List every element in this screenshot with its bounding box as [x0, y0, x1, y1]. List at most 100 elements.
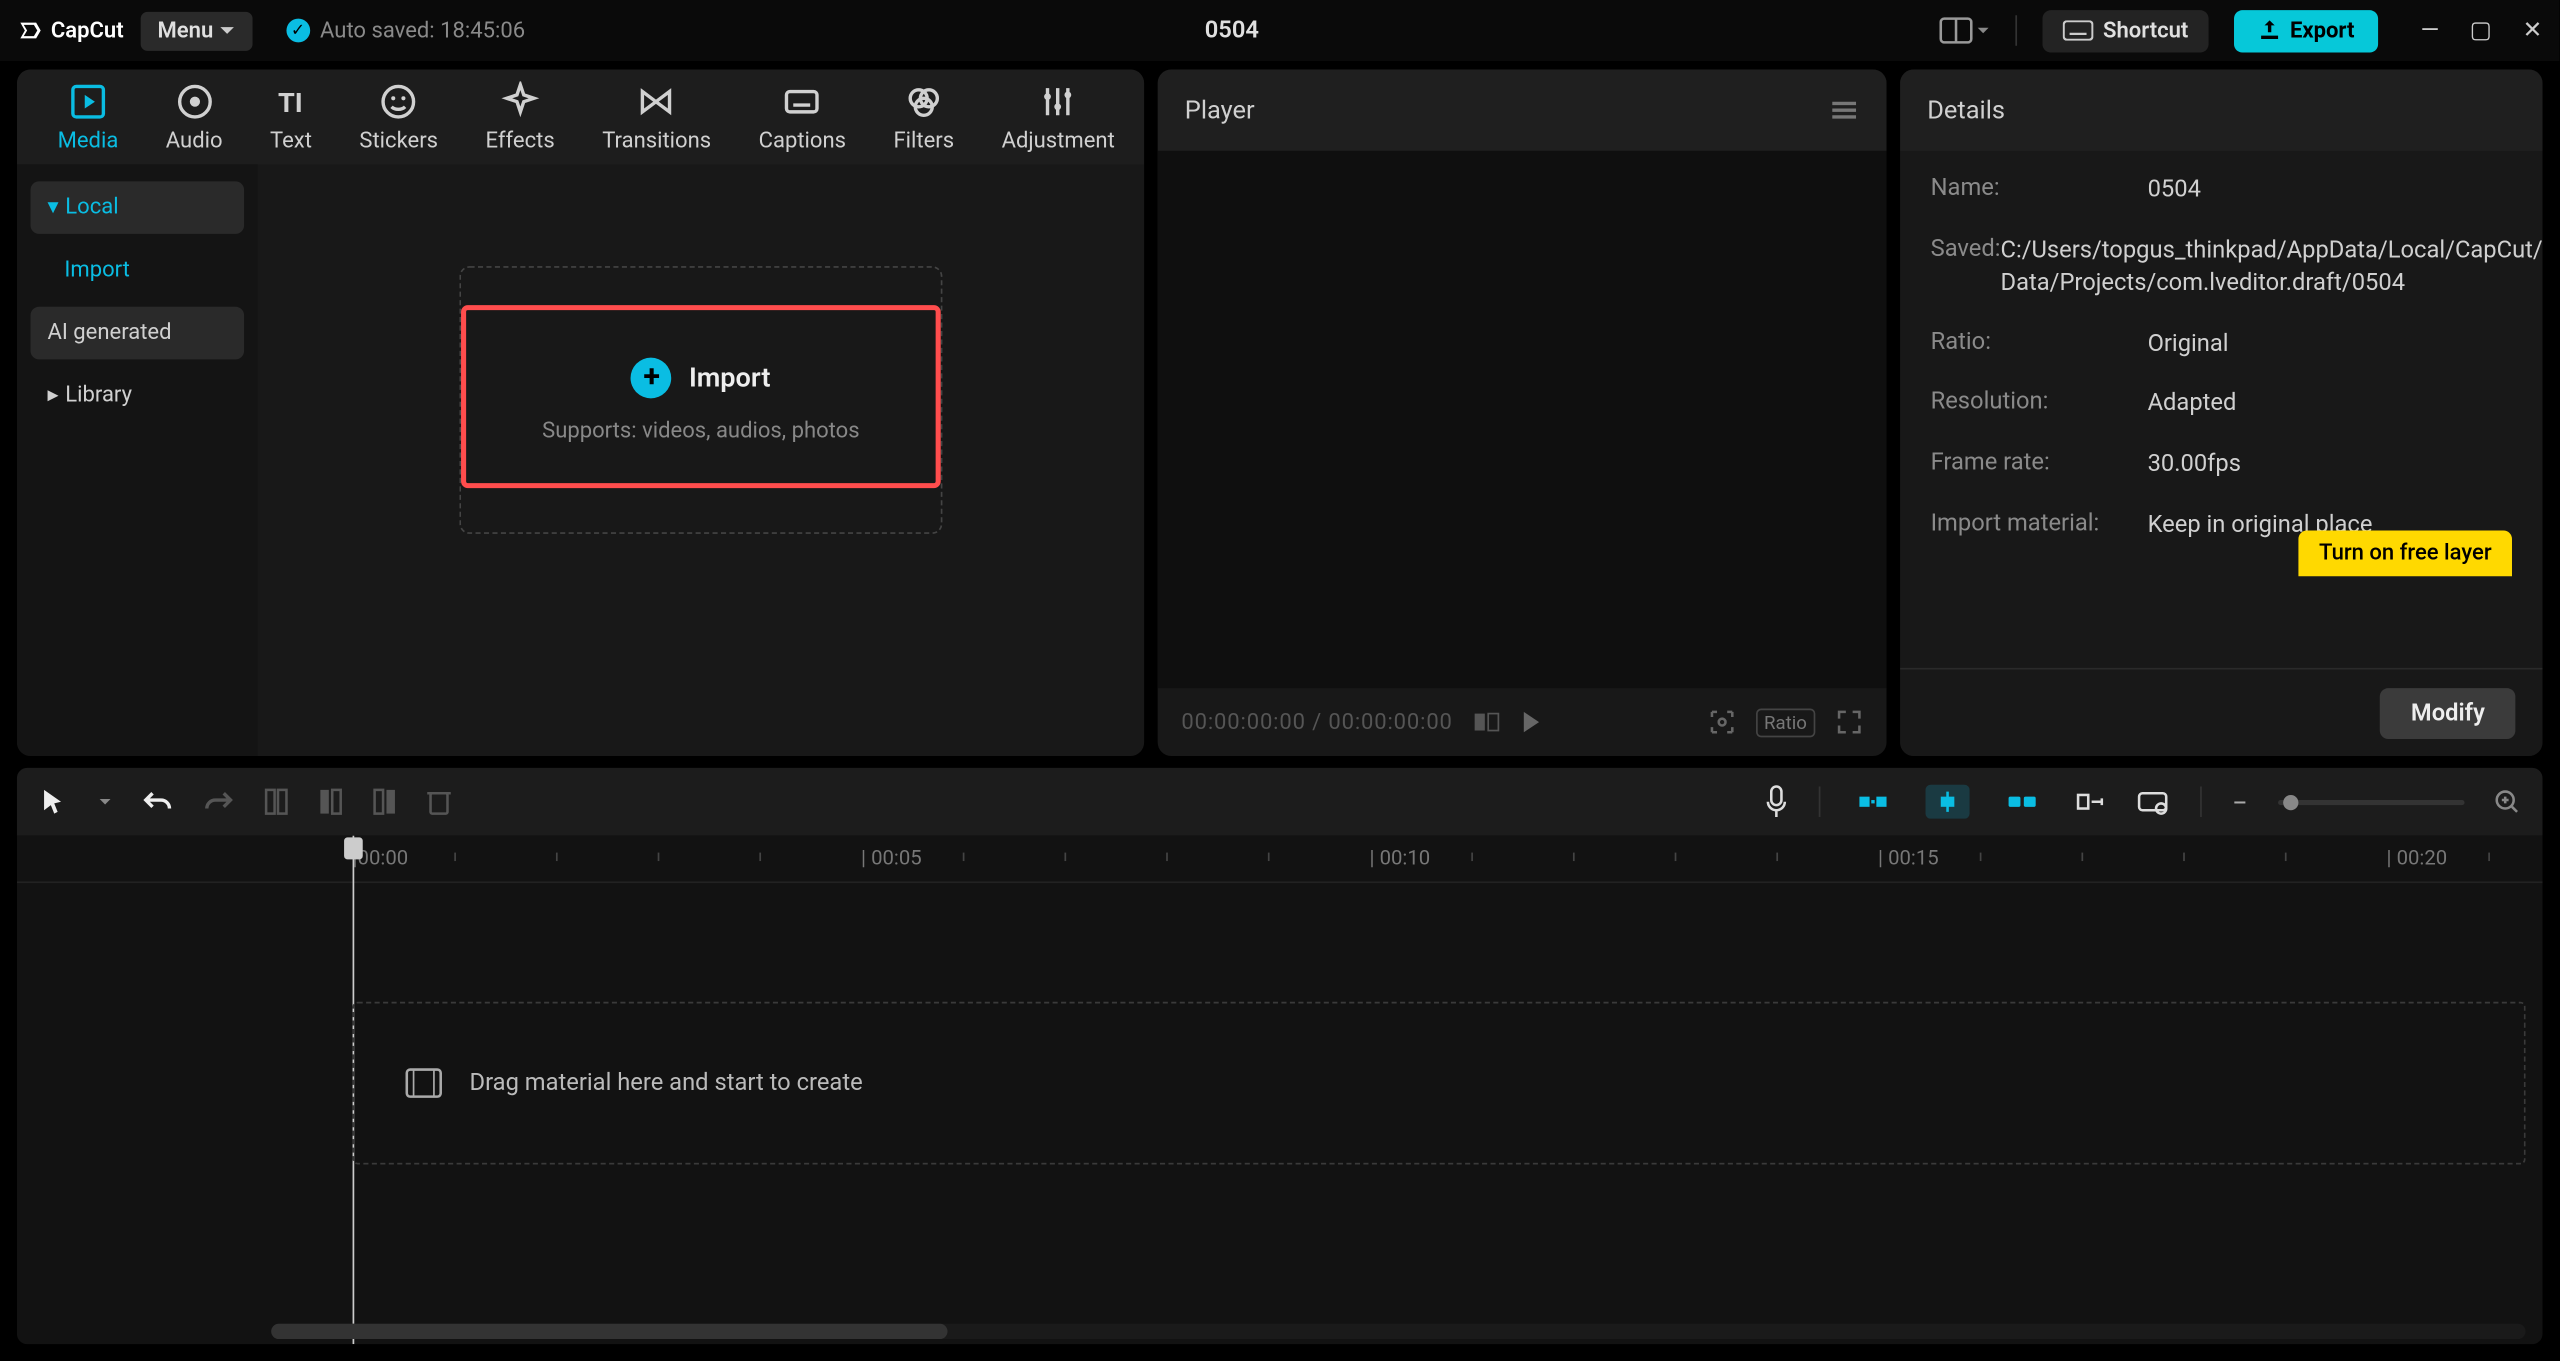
detail-value: 30.00fps	[2148, 449, 2512, 482]
layout-icon	[1939, 17, 1973, 44]
cursor-dropdown[interactable]	[98, 795, 112, 809]
tab-media[interactable]: Media	[34, 70, 142, 163]
media-tabs: Media Audio TI Text Stickers Effects Tra…	[17, 69, 1144, 164]
tab-transitions[interactable]: Transitions	[578, 70, 734, 163]
scrollbar-thumb[interactable]	[271, 1324, 947, 1339]
tab-label: Media	[58, 128, 119, 153]
detail-row-resolution: Resolution:Adapted	[1931, 389, 2512, 422]
zoom-out[interactable]: −	[2232, 786, 2248, 818]
details-title: Details	[1927, 95, 2005, 126]
tab-audio[interactable]: Audio	[142, 70, 246, 163]
detail-row-saved: Saved:C:/Users/topgus_thinkpad/AppData/L…	[1931, 235, 2512, 301]
preview-quality-icon[interactable]	[1473, 712, 1500, 732]
ruler-minitick	[2081, 853, 2083, 861]
transitions-icon	[636, 81, 677, 122]
chevron-down-icon	[1976, 24, 1990, 38]
detail-row-name: Name:0504	[1931, 175, 2512, 208]
tab-adjustment[interactable]: Adjustment	[978, 70, 1139, 163]
titlebar: CapCut Menu ✓ Auto saved: 18:45:06 0504 …	[0, 0, 2559, 61]
detail-value: 0504	[2148, 175, 2512, 208]
detail-label: Frame rate:	[1931, 449, 2148, 482]
free-layer-button[interactable]: Turn on free layer	[2299, 531, 2512, 577]
split-tool[interactable]	[264, 786, 288, 817]
tab-stickers[interactable]: Stickers	[336, 70, 462, 163]
svg-text:TI: TI	[277, 86, 302, 118]
details-footer: Modify	[1900, 668, 2542, 756]
redo-button[interactable]	[203, 788, 234, 815]
zoom-in[interactable]	[2495, 790, 2519, 814]
tab-label: Filters	[893, 128, 954, 153]
scan-icon[interactable]	[1708, 709, 1735, 736]
details-panel: Details Name:0504 Saved:C:/Users/topgus_…	[1900, 69, 2542, 755]
tab-label: Audio	[166, 128, 223, 153]
close-button[interactable]: ✕	[2523, 17, 2543, 44]
split-left-tool[interactable]	[319, 786, 343, 817]
timeline-scrollbar[interactable]	[271, 1324, 2525, 1339]
media-icon	[68, 81, 109, 122]
window-controls: — ▢ ✕	[2421, 17, 2543, 44]
timeline: |00:00 | 00:05 | 00:10 | 00:15 | 00:20 D…	[17, 836, 2543, 1345]
ruler-minitick	[759, 853, 761, 861]
tab-effects[interactable]: Effects	[462, 70, 579, 163]
ruler-minitick	[1776, 853, 1778, 861]
shortcut-label: Shortcut	[2103, 18, 2188, 43]
maximize-button[interactable]: ▢	[2470, 17, 2492, 44]
menu-button[interactable]: Menu	[141, 11, 253, 50]
tab-label: Adjustment	[1002, 128, 1115, 153]
detail-label: Name:	[1931, 175, 2148, 208]
snap-tool[interactable]	[1925, 785, 1969, 819]
player-controls: 00:00:00:00 / 00:00:00:00 Ratio	[1158, 688, 1887, 756]
play-icon[interactable]	[1521, 710, 1541, 734]
tab-label: Stickers	[359, 128, 438, 153]
divider	[2200, 786, 2202, 817]
tab-captions[interactable]: Captions	[735, 70, 870, 163]
layout-button[interactable]	[1939, 17, 1990, 44]
sidebar-item-library[interactable]: ▸Library	[31, 370, 245, 423]
detail-value: Adapted	[2148, 389, 2512, 422]
magnet-tool[interactable]	[1851, 785, 1895, 819]
undo-button[interactable]	[142, 788, 173, 815]
export-button[interactable]: Export	[2234, 9, 2378, 51]
audio-icon	[174, 81, 215, 122]
ruler-minitick	[658, 853, 660, 861]
link-tool[interactable]	[2000, 785, 2044, 819]
ruler-minitick	[1573, 853, 1575, 861]
detail-value: C:/Users/topgus_thinkpad/AppData/Local/C…	[2000, 235, 2542, 301]
split-right-tool[interactable]	[373, 786, 397, 817]
zoom-slider[interactable]	[2278, 799, 2464, 804]
divider	[2015, 15, 2017, 46]
sidebar-item-import[interactable]: Import	[31, 244, 245, 297]
minimize-button[interactable]: —	[2421, 17, 2440, 44]
player-viewport[interactable]	[1158, 151, 1887, 688]
autosave-text: Auto saved: 18:45:06	[320, 18, 525, 43]
tab-filters[interactable]: Filters	[870, 70, 978, 163]
details-body: Name:0504 Saved:C:/Users/topgus_thinkpad…	[1900, 151, 2542, 668]
fullscreen-icon[interactable]	[1836, 709, 1863, 736]
zoom-thumb[interactable]	[2283, 794, 2298, 809]
cursor-tool[interactable]	[41, 786, 68, 817]
timeline-settings[interactable]	[2135, 788, 2169, 815]
import-dropzone[interactable]: + Import Supports: videos, audios, photo…	[459, 266, 942, 534]
detail-label: Resolution:	[1931, 389, 2148, 422]
ruler-minitick	[1268, 853, 1270, 861]
preview-axis-tool[interactable]	[2074, 788, 2105, 815]
modify-button[interactable]: Modify	[2380, 687, 2515, 738]
sidebar-item-ai[interactable]: AI generated	[31, 307, 245, 360]
sidebar-item-local[interactable]: ▾Local	[31, 181, 245, 234]
hamburger-icon[interactable]	[1829, 98, 1860, 122]
detail-value: Original	[2148, 328, 2512, 361]
captions-icon	[782, 81, 823, 122]
detail-label: Ratio:	[1931, 328, 2148, 361]
timeline-track[interactable]: Drag material here and start to create	[353, 1002, 2526, 1165]
tab-label: Captions	[759, 128, 846, 153]
keyboard-icon	[2062, 20, 2093, 40]
timeline-ruler[interactable]: |00:00 | 00:05 | 00:10 | 00:15 | 00:20	[17, 836, 2543, 883]
ruler-tick: | 00:05	[861, 846, 922, 870]
tab-text[interactable]: TI Text	[246, 70, 335, 163]
divider	[1818, 786, 1820, 817]
shortcut-button[interactable]: Shortcut	[2042, 9, 2209, 51]
delete-tool[interactable]	[427, 788, 451, 815]
ratio-button[interactable]: Ratio	[1755, 708, 1815, 737]
mic-button[interactable]	[1764, 785, 1788, 819]
playback-time: 00:00:00:00 / 00:00:00:00	[1181, 709, 1452, 734]
